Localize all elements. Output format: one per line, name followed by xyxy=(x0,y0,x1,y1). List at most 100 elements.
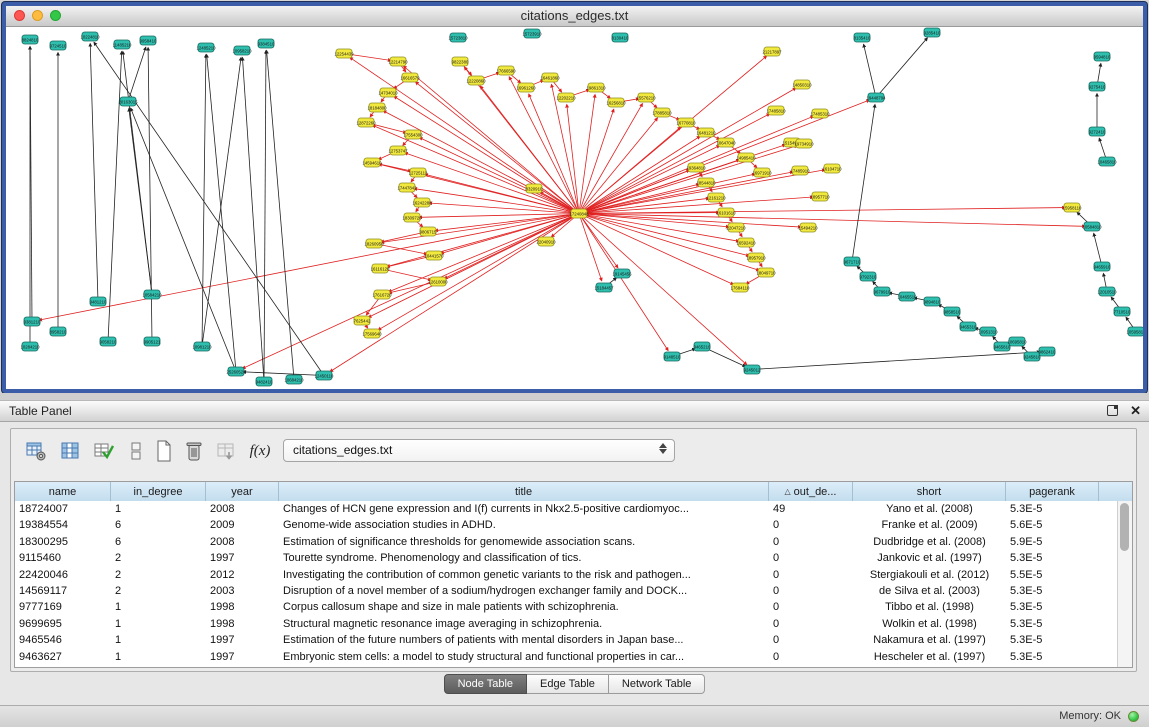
graph-node-label: 15958110 xyxy=(1063,205,1082,210)
table-row[interactable]: 1830029562008Estimation of significance … xyxy=(15,534,1117,550)
graph-node-label: 10224810 xyxy=(80,34,100,39)
table-cell: Tibbo et al. (1998) xyxy=(853,599,1006,615)
table-cell: 1 xyxy=(111,501,206,517)
table-cell: Nakamura et al. (1997) xyxy=(853,632,1006,648)
table-columns-icon[interactable] xyxy=(57,438,83,464)
table-cell: 5.3E-5 xyxy=(1006,632,1099,648)
graph-node-label: 9272410 xyxy=(1089,129,1106,134)
network-select[interactable]: citations_edges.txt xyxy=(283,439,675,462)
graph-edge xyxy=(39,214,579,321)
table-check-icon[interactable] xyxy=(91,438,117,464)
vertical-scrollbar[interactable] xyxy=(1117,501,1132,667)
column-header-name[interactable]: name xyxy=(15,482,111,501)
network-canvas[interactable]: 1724084812254439122147901661657914734010… xyxy=(6,27,1143,389)
column-header-pagerank[interactable]: pagerank xyxy=(1006,482,1099,501)
graph-node-label: 12254439 xyxy=(334,51,354,56)
graph-edge xyxy=(128,47,146,101)
table-cell: 5.3E-5 xyxy=(1006,649,1099,665)
table-row[interactable]: 1456911722003Disruption of a novel membe… xyxy=(15,583,1117,599)
graph-edge xyxy=(90,43,98,301)
tab-edge-table[interactable]: Edge Table xyxy=(527,674,609,694)
float-panel-icon[interactable] xyxy=(1107,405,1118,416)
table-cell: 49 xyxy=(769,501,853,517)
table-row[interactable]: 946554611997Estimation of the future num… xyxy=(15,632,1117,648)
scrollbar-thumb[interactable] xyxy=(1120,503,1129,551)
graph-node-label: 16461860 xyxy=(540,75,560,80)
graph-node-label: 19364810 xyxy=(686,165,706,170)
graph-node-label: 9465210 xyxy=(694,344,711,349)
tab-node-table[interactable]: Node Table xyxy=(444,674,527,694)
graph-edge xyxy=(129,108,152,294)
graph-node-label: 17569640 xyxy=(362,331,382,336)
graph-node-label: 9822380 xyxy=(452,59,469,64)
graph-node-label: 9465310 xyxy=(960,324,977,329)
tab-network-table[interactable]: Network Table xyxy=(609,674,706,694)
graph-node-label: 19734910 xyxy=(794,141,814,146)
column-header-in-degree[interactable]: in_degree xyxy=(111,482,206,501)
table-cell: 2 xyxy=(111,567,206,583)
column-header-out-de[interactable]: △out_de... xyxy=(769,482,853,501)
table-cell: 5.3E-5 xyxy=(1006,583,1099,599)
window-titlebar[interactable]: citations_edges.txt xyxy=(6,6,1143,27)
column-header-title[interactable]: title xyxy=(279,482,769,501)
table-row[interactable]: 969969511998Structural magnetic resonanc… xyxy=(15,616,1117,632)
graph-node-label: 9958410 xyxy=(140,38,157,43)
graph-edge xyxy=(579,118,658,214)
panel-divider[interactable] xyxy=(0,393,1149,400)
graph-node-label: 12202210 xyxy=(556,95,576,100)
graph-edge xyxy=(579,214,801,228)
rows-icon[interactable] xyxy=(123,438,149,464)
graph-node-label: 11485210 xyxy=(113,42,132,47)
graph-edge xyxy=(579,146,797,214)
graph-node-label: 21217897 xyxy=(762,49,782,54)
table-cell: 0 xyxy=(769,649,853,665)
table-cell: Dudbridge et al. (2008) xyxy=(853,534,1006,550)
function-icon[interactable]: f(x) xyxy=(247,438,273,464)
graph-node-label: 16256810 xyxy=(606,100,626,105)
table-cell: Structural magnetic resonance image aver… xyxy=(279,616,769,632)
table-row[interactable]: 946362711997Embryonic stem cells: a mode… xyxy=(15,649,1117,665)
graph-node-label: 16481210 xyxy=(696,130,716,135)
table-row[interactable]: 977716911998Corpus callosum shape and si… xyxy=(15,599,1117,615)
table-cell: 1 xyxy=(111,632,206,648)
close-panel-icon[interactable]: ✕ xyxy=(1130,404,1141,417)
graph-node-label: 17485910 xyxy=(790,168,810,173)
column-header-short[interactable]: short xyxy=(853,482,1006,501)
graph-node-label: 18957710 xyxy=(810,194,830,199)
graph-node-label: 12753747 xyxy=(388,148,408,153)
table-row[interactable]: 911546021997Tourette syndrome. Phenomeno… xyxy=(15,550,1117,566)
graph-edge xyxy=(579,214,759,271)
table-cell: 1 xyxy=(111,649,206,665)
table-cell: Franke et al. (2009) xyxy=(853,517,1006,533)
table-header-row: namein_degreeyeartitle△out_de...shortpag… xyxy=(15,482,1132,502)
graph-node-label: 10951310 xyxy=(978,329,998,334)
table-cell: Hescheler et al. (1997) xyxy=(853,649,1006,665)
network-graph: 1724084812254439122147901661657914734010… xyxy=(6,27,1143,389)
table-cell: Changes of HCN gene expression and I(f) … xyxy=(279,501,769,517)
import-table-icon[interactable] xyxy=(213,438,239,464)
new-document-icon[interactable] xyxy=(151,438,177,464)
table-cell: Genome-wide association studies in ADHD. xyxy=(279,517,769,533)
graph-edge xyxy=(202,54,206,346)
select-arrows-icon xyxy=(659,443,667,454)
table-row[interactable]: 1872400712008Changes of HCN gene express… xyxy=(15,501,1117,517)
graph-node-label: 9481210 xyxy=(90,299,107,304)
graph-node-label: 12010510 xyxy=(1097,289,1117,294)
graph-edge xyxy=(108,51,122,341)
graph-node-label: 15576210 xyxy=(636,95,656,100)
graph-node-label: 18049710 xyxy=(756,270,776,275)
graph-node-label: 9285410 xyxy=(924,30,941,35)
graph-edge xyxy=(567,104,579,213)
table-toolbar: f(x) citations_edges.txt xyxy=(11,429,1136,475)
table-cell: 1998 xyxy=(206,616,279,632)
table-row[interactable]: 2242004622012Investigating the contribut… xyxy=(15,567,1117,583)
delete-icon[interactable] xyxy=(181,438,207,464)
graph-node-label: 12161210 xyxy=(706,195,726,200)
table-settings-icon[interactable] xyxy=(23,438,49,464)
graph-node-label: 14850310 xyxy=(792,82,812,87)
graph-edge xyxy=(131,108,236,372)
graph-node-label: 9384510 xyxy=(258,41,275,46)
table-row[interactable]: 1938455462009Genome-wide association stu… xyxy=(15,517,1117,533)
column-header-year[interactable]: year xyxy=(206,482,279,501)
table-cell: 5.3E-5 xyxy=(1006,501,1099,517)
